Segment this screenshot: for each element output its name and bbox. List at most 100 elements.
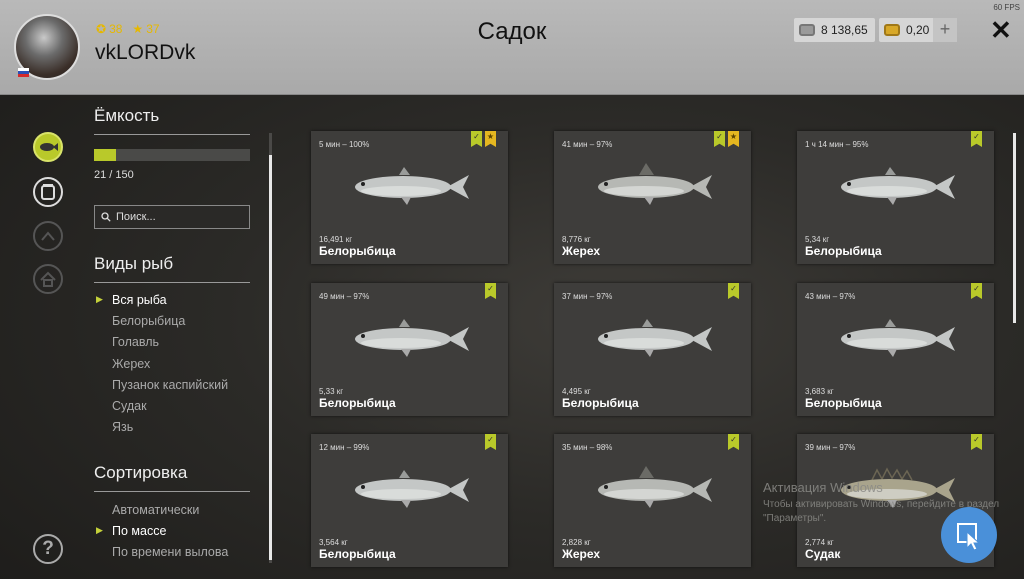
silver-icon bbox=[799, 24, 815, 36]
catch-time: 39 мин – 97% bbox=[805, 443, 856, 452]
fish-image bbox=[841, 319, 955, 357]
species-item[interactable]: Язь bbox=[112, 420, 228, 441]
sort-item[interactable]: По массе bbox=[96, 524, 228, 545]
fish-card[interactable]: 5 мин – 100% ✓ ★ 16,491 кг Белорыбица bbox=[311, 131, 508, 264]
filter-scrollbar-thumb[interactable] bbox=[269, 155, 272, 560]
catch-time: 49 мин – 97% bbox=[319, 292, 370, 301]
search-placeholder: Поиск... bbox=[116, 211, 156, 223]
sort-item[interactable]: Автоматически bbox=[112, 503, 228, 524]
card-badges: ✓ bbox=[971, 434, 982, 450]
fish-weight: 16,491 кг bbox=[319, 235, 353, 244]
fish-card[interactable]: 49 мин – 97% ✓ 5,33 кг Белорыбица bbox=[311, 283, 508, 416]
fish-image bbox=[355, 319, 469, 357]
card-badges: ✓ ★ bbox=[471, 131, 496, 147]
fish-card[interactable]: 43 мин – 97% ✓ 3,683 кг Белорыбица bbox=[797, 283, 994, 416]
sort-item[interactable]: По времени вылова bbox=[112, 545, 228, 566]
fish-image bbox=[841, 167, 955, 205]
catch-time: 37 мин – 97% bbox=[562, 292, 613, 301]
fish-card[interactable]: 41 мин – 97% ✓ ★ 8,776 кг Жерех bbox=[554, 131, 751, 264]
rank-up-icon[interactable] bbox=[33, 221, 63, 251]
gold-balance: 0,20 bbox=[879, 18, 937, 42]
fish-name: Белорыбица bbox=[562, 396, 639, 410]
search-input[interactable]: Поиск... bbox=[94, 205, 250, 229]
capacity-value: 21 / 150 bbox=[94, 169, 134, 181]
fps-counter: 60 FPS bbox=[993, 3, 1020, 12]
bait-jar-icon[interactable] bbox=[33, 177, 63, 207]
divider bbox=[94, 282, 250, 283]
check-badge-icon: ✓ bbox=[728, 283, 739, 299]
divider bbox=[94, 491, 250, 492]
check-badge-icon: ✓ bbox=[971, 434, 982, 450]
fish-weight: 8,776 кг bbox=[562, 235, 591, 244]
fish-image bbox=[355, 470, 469, 508]
fish-card[interactable]: 35 мин – 98% ✓ 2,828 кг Жерех bbox=[554, 434, 751, 567]
check-badge-icon: ✓ bbox=[471, 131, 482, 147]
fish-card[interactable]: 37 мин – 97% ✓ 4,495 кг Белорыбица bbox=[554, 283, 751, 416]
fish-card[interactable]: 12 мин – 99% ✓ 3,564 кг Белорыбица bbox=[311, 434, 508, 567]
silver-balance: 8 138,65 bbox=[794, 18, 875, 42]
card-badges: ✓ bbox=[485, 283, 496, 299]
species-item[interactable]: Судак bbox=[112, 399, 228, 420]
add-currency-button[interactable]: + bbox=[933, 18, 957, 42]
fish-name: Судак bbox=[805, 547, 841, 561]
sort-list: Автоматически По массе По времени вылова bbox=[96, 503, 228, 567]
capacity-title: Ёмкость bbox=[94, 106, 160, 125]
species-list: Вся рыба Белорыбица Голавль Жерех Пузано… bbox=[96, 293, 228, 441]
help-button[interactable]: ? bbox=[33, 534, 63, 564]
card-badges: ✓ ★ bbox=[714, 131, 739, 147]
keepnet-fish-icon[interactable] bbox=[33, 132, 63, 162]
catch-time: 43 мин – 97% bbox=[805, 292, 856, 301]
fish-image bbox=[355, 167, 469, 205]
catch-time: 12 мин – 99% bbox=[319, 443, 370, 452]
species-item[interactable]: Голавль bbox=[112, 335, 228, 356]
fish-weight: 5,33 кг bbox=[319, 387, 344, 396]
fish-weight: 4,495 кг bbox=[562, 387, 591, 396]
check-badge-icon: ✓ bbox=[485, 434, 496, 450]
fish-image bbox=[598, 319, 712, 357]
fish-card[interactable]: 1 ч 14 мин – 95% ✓ 5,34 кг Белорыбица bbox=[797, 131, 994, 264]
card-badges: ✓ bbox=[971, 283, 982, 299]
catch-time: 41 мин – 97% bbox=[562, 140, 613, 149]
fish-image bbox=[598, 466, 712, 508]
fish-name: Белорыбица bbox=[319, 547, 396, 561]
catch-time: 35 мин – 98% bbox=[562, 443, 613, 452]
grid-scrollbar-thumb[interactable] bbox=[1013, 133, 1016, 323]
check-badge-icon: ✓ bbox=[971, 283, 982, 299]
card-badges: ✓ bbox=[728, 283, 739, 299]
species-title: Виды рыб bbox=[94, 254, 174, 273]
fish-name: Жерех bbox=[562, 244, 601, 258]
species-item[interactable]: Белорыбица bbox=[112, 314, 228, 335]
fish-name: Белорыбица bbox=[319, 396, 396, 410]
check-badge-icon: ✓ bbox=[971, 131, 982, 147]
gold-icon bbox=[884, 24, 900, 36]
check-badge-icon: ✓ bbox=[485, 283, 496, 299]
close-button[interactable]: ✕ bbox=[990, 16, 1012, 44]
species-item[interactable]: Вся рыба bbox=[96, 293, 228, 314]
card-badges: ✓ bbox=[971, 131, 982, 147]
search-icon bbox=[101, 212, 111, 222]
sort-title: Сортировка bbox=[94, 463, 188, 482]
species-item[interactable]: Жерех bbox=[112, 357, 228, 378]
trophy-star-icon: ★ bbox=[728, 131, 739, 147]
pointer-icon bbox=[957, 523, 981, 551]
trophy-star-icon: ★ bbox=[485, 131, 496, 147]
russia-flag-icon bbox=[18, 68, 29, 77]
fish-weight: 2,774 кг bbox=[805, 538, 834, 547]
card-badges: ✓ bbox=[728, 434, 739, 450]
home-icon[interactable] bbox=[33, 264, 63, 294]
top-bar: ✪ 38 ★ 37 vkLORDvk Садок 8 138,65 0,20 + ✕… bbox=[0, 0, 1024, 95]
check-badge-icon: ✓ bbox=[728, 434, 739, 450]
species-item[interactable]: Пузанок каспийский bbox=[112, 378, 228, 399]
fish-weight: 2,828 кг bbox=[562, 538, 591, 547]
cursor-assist-button[interactable] bbox=[941, 507, 997, 563]
fish-name: Белорыбица bbox=[805, 244, 882, 258]
fish-weight: 3,683 кг bbox=[805, 387, 834, 396]
divider bbox=[94, 134, 250, 135]
check-badge-icon: ✓ bbox=[714, 131, 725, 147]
capacity-bar-fill bbox=[94, 149, 116, 161]
catch-time: 5 мин – 100% bbox=[319, 140, 370, 149]
capacity-bar bbox=[94, 149, 250, 161]
fish-name: Жерех bbox=[562, 547, 601, 561]
fish-name: Белорыбица bbox=[805, 396, 882, 410]
card-badges: ✓ bbox=[485, 434, 496, 450]
